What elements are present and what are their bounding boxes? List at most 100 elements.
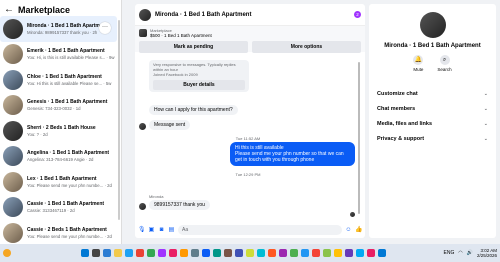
message-input[interactable]: Aa — [178, 225, 342, 235]
conversation-preview: Genesis: 734-323-0032 · 1d — [27, 106, 81, 112]
listing-thumbnail[interactable] — [139, 29, 147, 37]
more-options-button[interactable]: More options — [252, 41, 361, 53]
emoji-icon[interactable]: ☺ — [345, 227, 352, 234]
conversation-name: Lex · 1 Bed 1 Bath Apartment — [27, 175, 97, 182]
app-icon[interactable] — [301, 249, 309, 257]
like-icon[interactable]: 👍 — [355, 227, 362, 234]
chat-scrollbar[interactable] — [358, 62, 360, 214]
volume-icon[interactable]: 🔊 — [467, 250, 473, 256]
app-icon[interactable] — [213, 249, 221, 257]
chrome-icon[interactable] — [136, 249, 144, 257]
timestamp: Tue 12:29 PM — [235, 172, 261, 177]
app-icon[interactable] — [268, 249, 276, 257]
clock[interactable]: 3:02 AM 2/25/2026 — [477, 248, 497, 259]
conversation-preview: Angelina: 313-784-6619 Angie · 2d — [27, 157, 94, 163]
section-media-files-links[interactable]: Media, files and links ⌄ — [369, 116, 496, 131]
wifi-icon[interactable]: ◠ — [458, 250, 462, 256]
conversation-item[interactable]: Emerik · 1 Bed 1 Bath Apartment You: Hi,… — [0, 42, 117, 68]
bell-icon: 🔔 — [413, 55, 424, 65]
conversation-preview: You: Please send me your phn numbe... · … — [27, 182, 112, 188]
app-icon[interactable] — [147, 249, 155, 257]
info-panel: Mironda · 1 Bed 1 Bath Apartment 🔔 Mute … — [369, 4, 496, 238]
conversation-item[interactable]: Chloe · 1 Bed 1 Bath Apartment You: Hi t… — [0, 67, 117, 93]
app-icon[interactable] — [334, 249, 342, 257]
app-icon[interactable] — [378, 249, 386, 257]
app-icon[interactable] — [257, 249, 265, 257]
conversation-item[interactable]: Mironda · 1 Bed 1 Bath Apartment Mironda… — [0, 16, 117, 42]
conversation-preview: You: Hi this is still available Please s… — [27, 80, 112, 86]
conversation-list: Mironda · 1 Bed 1 Bath Apartment Mironda… — [0, 16, 117, 246]
avatar[interactable] — [139, 8, 151, 21]
edge-icon[interactable] — [125, 249, 133, 257]
section-privacy-support[interactable]: Privacy & support ⌄ — [369, 131, 496, 146]
marketplace-bar: Marketplace $500 · 1 Bed 1 Bath Apartmen… — [135, 26, 365, 53]
info-badge[interactable]: 2 — [354, 11, 361, 18]
app-icon[interactable] — [235, 249, 243, 257]
section-customize-chat[interactable]: Customize chat ⌄ — [369, 86, 496, 101]
sticker-icon[interactable]: ◙ — [158, 227, 165, 234]
app-icon[interactable] — [224, 249, 232, 257]
mark-pending-button[interactable]: Mark as pending — [139, 41, 248, 53]
app-icon[interactable] — [290, 249, 298, 257]
conversation-name: Genesis · 1 Bed 1 Bath Apartment — [27, 99, 108, 106]
conversation-name: Cassie · 2 Beds 1 Bath Apartment — [27, 226, 107, 233]
gif-icon[interactable]: ▤ — [168, 227, 175, 234]
app-icon[interactable] — [323, 249, 331, 257]
folder-icon[interactable] — [114, 249, 122, 257]
conversation-name: Sherri · 2 Beds 1 Bath House — [27, 124, 96, 131]
image-icon[interactable]: ▣ — [148, 227, 155, 234]
app-icon[interactable] — [158, 249, 166, 257]
screen: ← Marketplace Mironda · 1 Bed 1 Bath Apa… — [0, 0, 500, 262]
avatar[interactable] — [419, 12, 446, 38]
app-icon[interactable] — [202, 249, 210, 257]
search-button[interactable]: ⌕ Search — [437, 55, 452, 72]
back-arrow-icon[interactable]: ← — [4, 5, 14, 15]
chat-title[interactable]: Mironda · 1 Bed 1 Bath Apartment — [155, 12, 350, 18]
app-icon[interactable] — [103, 249, 111, 257]
app-icon[interactable] — [191, 249, 199, 257]
avatar — [3, 44, 23, 65]
message-thread: Very responsive to messages. Typically r… — [135, 60, 361, 222]
windows-start-icon[interactable] — [81, 249, 89, 257]
avatar — [3, 18, 23, 39]
search-icon: ⌕ — [439, 55, 450, 65]
microphone-icon[interactable]: 🎙 — [138, 227, 146, 234]
taskbar-apps — [81, 249, 386, 257]
app-icon[interactable] — [345, 249, 353, 257]
mute-button[interactable]: 🔔 Mute — [413, 55, 423, 72]
sidebar-title: Marketplace — [18, 5, 71, 15]
conversation-item[interactable]: Cassie · 2 Beds 1 Bath Apartment You: Pl… — [0, 220, 117, 246]
app-icon[interactable] — [356, 249, 364, 257]
weather-icon[interactable] — [3, 249, 11, 257]
search-icon[interactable] — [92, 249, 100, 257]
conversation-item[interactable]: Sherri · 2 Beds 1 Bath House You: ? · 2d — [0, 118, 117, 144]
conversation-item[interactable]: Angelina · 1 Bed 1 Bath Apartment Angeli… — [0, 144, 117, 170]
conversation-item[interactable]: Lex · 1 Bed 1 Bath Apartment You: Please… — [0, 169, 117, 195]
app-icon[interactable] — [246, 249, 254, 257]
chat-panel: Mironda · 1 Bed 1 Bath Apartment 2 Marke… — [135, 4, 365, 238]
section-chat-members[interactable]: Chat members ⌄ — [369, 101, 496, 116]
conversation-preview: Cassie: 3133467119 · 2d — [27, 208, 75, 214]
message-bubble: Message sent — [149, 120, 191, 130]
conversation-name: Chloe · 1 Bed 1 Bath Apartment — [27, 73, 102, 80]
avatar — [3, 171, 23, 192]
app-icon[interactable] — [279, 249, 287, 257]
app-icon[interactable] — [180, 249, 188, 257]
chevron-down-icon: ⌄ — [483, 105, 488, 112]
sidebar-scrollbar[interactable] — [118, 20, 120, 220]
app-icon[interactable] — [312, 249, 320, 257]
taskbar: ENG ◠ 🔊 3:02 AM 2/25/2026 — [0, 244, 500, 262]
conversation-item[interactable]: Cassie · 1 Bed 1 Bath Apartment Cassie: … — [0, 195, 117, 221]
more-options-icon[interactable]: ··· — [99, 22, 111, 34]
avatar — [3, 120, 23, 141]
app-icon[interactable] — [169, 249, 177, 257]
buyer-details-button[interactable]: Buyer details — [153, 80, 245, 90]
chevron-down-icon: ⌄ — [483, 135, 488, 142]
avatar — [139, 203, 146, 210]
chevron-down-icon: ⌄ — [483, 90, 488, 97]
listing-price[interactable]: $500 · 1 Bed 1 Bath Apartment — [150, 33, 212, 38]
language-indicator[interactable]: ENG — [444, 250, 455, 256]
conversation-name: Cassie · 1 Bed 1 Bath Apartment — [27, 201, 105, 208]
app-icon[interactable] — [367, 249, 375, 257]
conversation-item[interactable]: Genesis · 1 Bed 1 Bath Apartment Genesis… — [0, 93, 117, 119]
